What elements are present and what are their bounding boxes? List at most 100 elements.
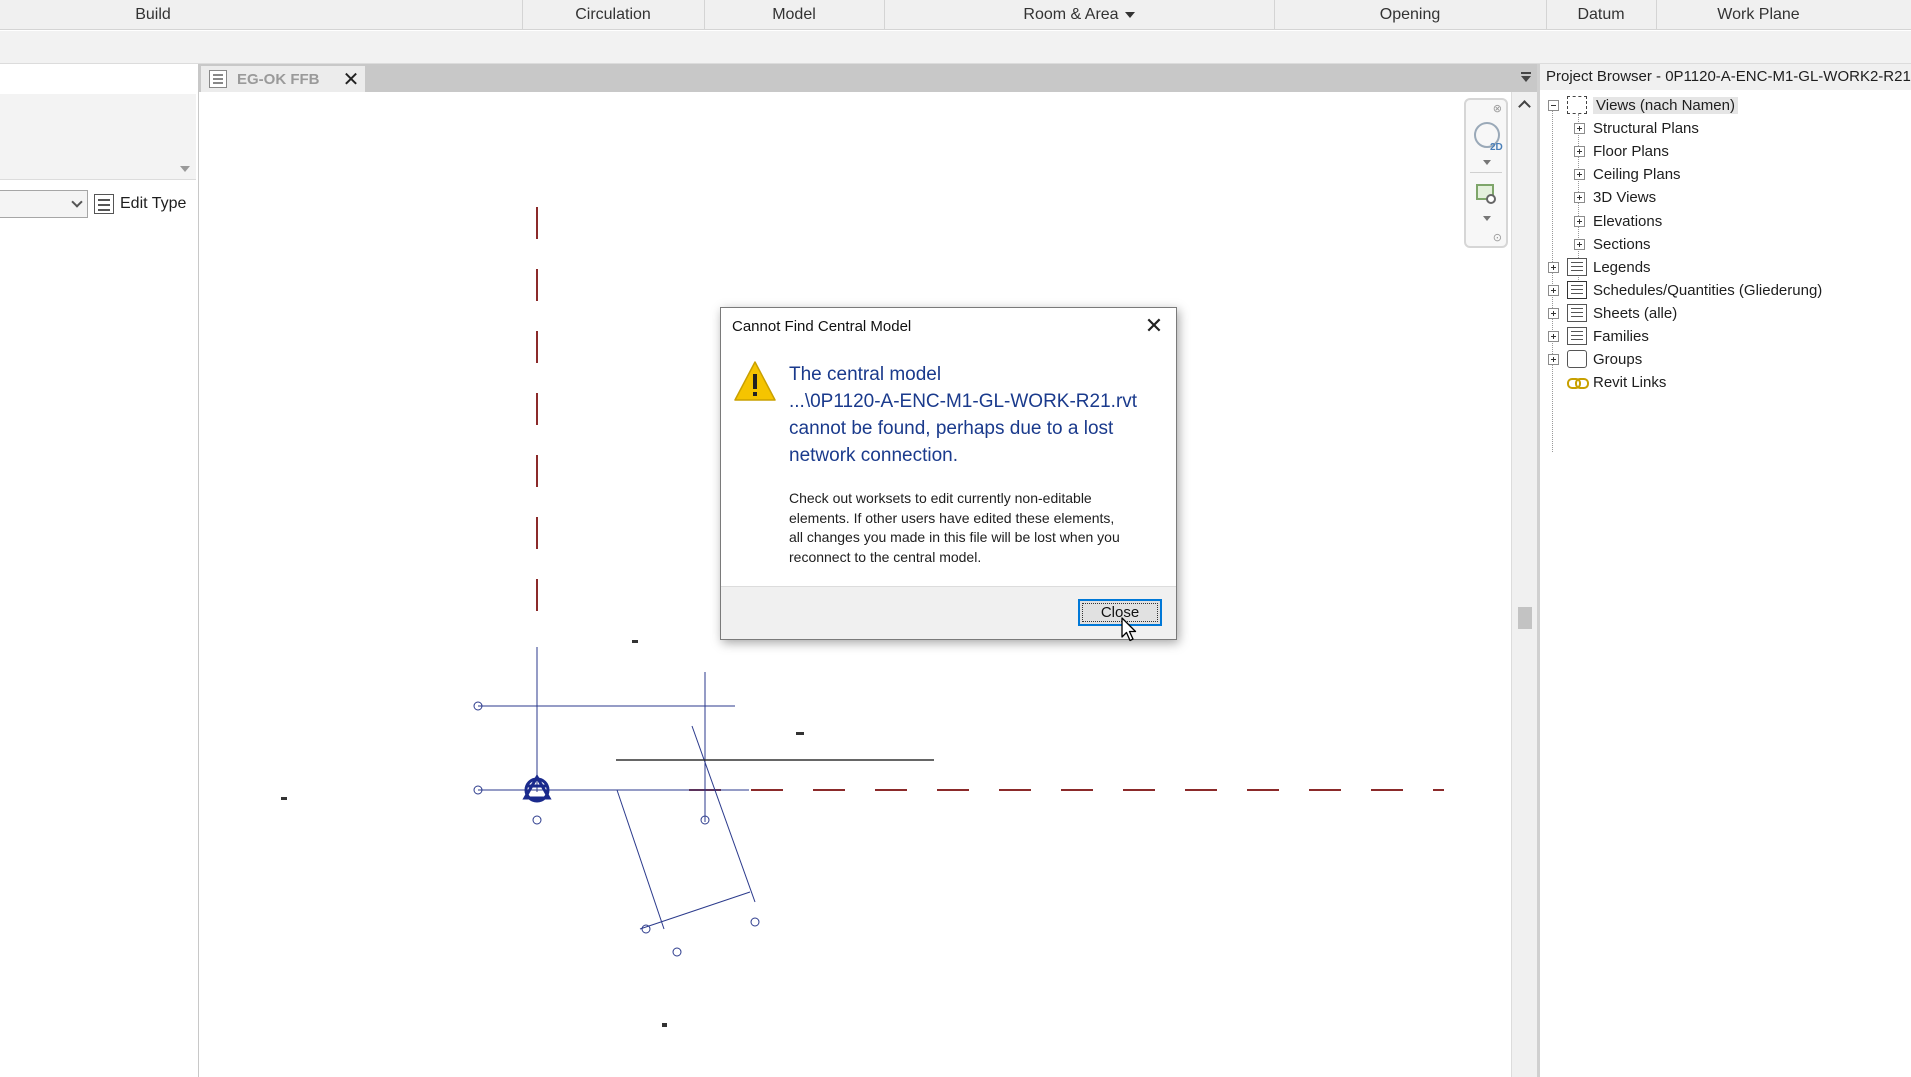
ribbon-panel-label: Datum <box>1577 6 1625 23</box>
dialog-body-line: Check out worksets to edit currently non… <box>789 490 1092 506</box>
collapse-icon[interactable] <box>1548 99 1559 111</box>
expand-icon[interactable] <box>1574 191 1585 203</box>
tree-item-label: Schedules/Quantities (Gliederung) <box>1593 281 1823 299</box>
instance-filter-dropdown[interactable] <box>0 190 88 218</box>
tree-item-label: Floor Plans <box>1593 142 1669 160</box>
ribbon-panel-build[interactable]: Build <box>0 0 306 30</box>
expand-icon[interactable] <box>1574 145 1585 157</box>
chevron-down-icon[interactable] <box>1124 11 1135 18</box>
dialog-main-line: The central model <box>789 364 942 385</box>
close-icon[interactable]: ✕ <box>337 67 365 92</box>
chevron-up-icon[interactable] <box>1518 100 1531 113</box>
ribbon-panel-label: Opening <box>1379 6 1441 23</box>
ribbon-panel-label: Circulation <box>575 6 651 23</box>
expand-icon[interactable] <box>1548 330 1559 342</box>
chevron-down-icon[interactable] <box>180 166 190 172</box>
tree-item-structural-plans[interactable]: Structural Plans <box>1574 117 1699 139</box>
ribbon-panel-model[interactable]: Model <box>704 0 884 30</box>
tree-item-label: 3D Views <box>1593 188 1657 206</box>
sheet-icon <box>1567 304 1587 322</box>
ribbon-panel-label: Work Plane <box>1717 6 1800 23</box>
ribbon-panel-work-plane[interactable]: Work Plane <box>1656 0 1861 30</box>
ribbon-panel-datum[interactable]: Datum <box>1546 0 1656 30</box>
view-tab-eg-ok-ffb[interactable]: EG-OK FFB ✕ <box>201 66 365 92</box>
close-button[interactable]: Close <box>1078 599 1162 626</box>
tree-item-label: Families <box>1593 327 1649 345</box>
expand-icon[interactable] <box>1548 353 1559 365</box>
tree-item-label: Groups <box>1593 350 1643 368</box>
type-selector[interactable] <box>0 94 196 180</box>
navigation-bar: ⊗ 2D ⊙ <box>1464 98 1508 248</box>
scrollbar-thumb[interactable] <box>1518 607 1532 629</box>
dialog-body-line: reconnect to the central model. <box>789 548 982 565</box>
chevron-down-icon[interactable] <box>71 196 83 208</box>
close-icon[interactable]: ✕ <box>1140 312 1168 340</box>
ribbon-panel-label: Room & Area <box>1023 6 1119 23</box>
close-icon[interactable]: ⊗ <box>1493 102 1502 115</box>
vertical-scrollbar[interactable] <box>1511 92 1537 1077</box>
expand-icon[interactable] <box>1574 215 1585 227</box>
tree-item-elevations[interactable]: Elevations <box>1574 210 1662 232</box>
tree-item-groups[interactable]: Groups <box>1548 348 1642 370</box>
divider <box>1470 172 1502 173</box>
tree-item-revit-links[interactable]: Revit Links <box>1567 371 1666 393</box>
warning-icon <box>734 361 776 401</box>
tree-item-floor-plans[interactable]: Floor Plans <box>1574 140 1669 162</box>
edit-type-button[interactable]: Edit Type <box>94 190 186 218</box>
tree-item-label: Legends <box>1593 258 1651 276</box>
mouse-cursor-icon <box>1121 617 1137 642</box>
options-icon[interactable]: ⊙ <box>1493 231 1502 244</box>
expand-icon[interactable] <box>1548 261 1559 273</box>
group-icon <box>1567 350 1587 368</box>
dialog-main-line: cannot be found, perhaps due to a lost <box>789 418 1114 439</box>
view-tab-bar: EG-OK FFB ✕ <box>199 64 1537 92</box>
dialog-main-line: network connection. <box>789 445 958 466</box>
dialog-main-message: The central model ...\0P1120-A-ENC-M1-GL… <box>789 361 1169 469</box>
chevron-down-icon[interactable] <box>1483 216 1491 221</box>
tree-item-label: Sheets (alle) <box>1593 304 1678 322</box>
options-bar <box>0 31 1911 64</box>
tree-item-views[interactable]: Views (nach Namen) <box>1548 94 1738 116</box>
expand-icon[interactable] <box>1574 168 1585 180</box>
tree-item-label: Revit Links <box>1593 373 1667 391</box>
expand-icon[interactable] <box>1574 238 1585 250</box>
tree-item-sections[interactable]: Sections <box>1574 233 1651 255</box>
tree-item-3d-views[interactable]: 3D Views <box>1574 186 1656 208</box>
family-icon <box>1567 327 1587 345</box>
tree-item-label: Sections <box>1593 235 1651 253</box>
expand-icon[interactable] <box>1548 284 1559 296</box>
tree-item-label: Ceiling Plans <box>1593 165 1681 183</box>
expand-icon[interactable] <box>1574 122 1585 134</box>
ribbon-panel-circulation[interactable]: Circulation <box>522 0 704 30</box>
tree-item-schedules[interactable]: Schedules/Quantities (Gliederung) <box>1548 279 1822 301</box>
legend-icon <box>1567 258 1587 276</box>
tree-item-legends[interactable]: Legends <box>1548 256 1651 278</box>
annotation-ticks <box>281 640 804 1027</box>
schedule-icon <box>1567 281 1587 299</box>
project-browser: Project Browser - 0P1120-A-ENC-M1-GL-WOR… <box>1537 64 1911 1077</box>
ribbon-panel-label: Build <box>135 6 171 23</box>
dialog-title: Cannot Find Central Model <box>732 318 912 335</box>
steering-wheel-2d-tag: 2D <box>1490 142 1503 153</box>
dialog-footer: Close <box>721 586 1176 639</box>
tab-menu-icon[interactable] <box>1521 72 1531 82</box>
floor-plan-icon <box>209 70 227 88</box>
properties-palette: Edit Type <box>0 64 199 1077</box>
tree-item-sheets[interactable]: Sheets (alle) <box>1548 302 1677 324</box>
edit-type-icon <box>94 194 114 214</box>
tree-item-label: Views (nach Namen) <box>1593 96 1738 114</box>
tree-item-label: Elevations <box>1593 212 1663 230</box>
ribbon-panel-bar: Build Circulation Model Room & Area Open… <box>0 0 1911 30</box>
ribbon-panel-opening[interactable]: Opening <box>1274 0 1546 30</box>
view-tab-label: EG-OK FFB <box>237 70 320 88</box>
tree-guide-line <box>1552 104 1553 452</box>
dialog-main-line: ...\0P1120-A-ENC-M1-GL-WORK-R21.rvt <box>789 391 1138 412</box>
tree-item-families[interactable]: Families <box>1548 325 1649 347</box>
dialog-body-message: Check out worksets to edit currently non… <box>789 489 1169 567</box>
tree-item-ceiling-plans[interactable]: Ceiling Plans <box>1574 163 1681 185</box>
expand-icon[interactable] <box>1548 307 1559 319</box>
chevron-down-icon[interactable] <box>1483 160 1491 165</box>
project-browser-title: Project Browser - 0P1120-A-ENC-M1-GL-WOR… <box>1540 64 1911 90</box>
ribbon-panel-room-area[interactable]: Room & Area <box>884 0 1274 30</box>
views-icon <box>1567 96 1587 114</box>
